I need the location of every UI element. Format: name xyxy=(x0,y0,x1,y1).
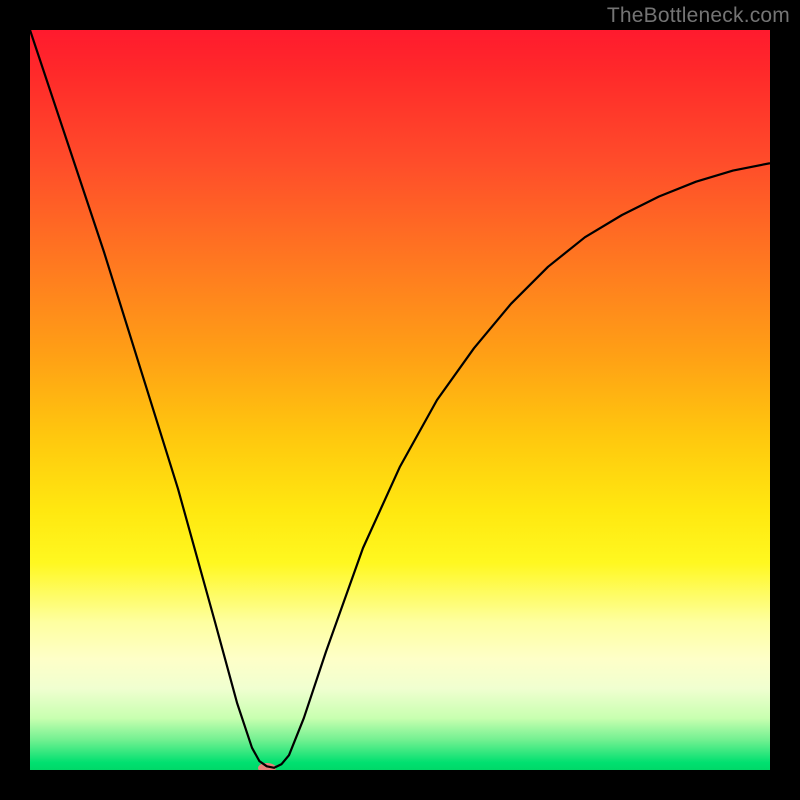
chart-frame: TheBottleneck.com xyxy=(0,0,800,800)
curve-svg xyxy=(30,30,770,770)
watermark-text: TheBottleneck.com xyxy=(607,4,790,28)
plot-area xyxy=(30,30,770,770)
bottleneck-curve xyxy=(30,30,770,768)
